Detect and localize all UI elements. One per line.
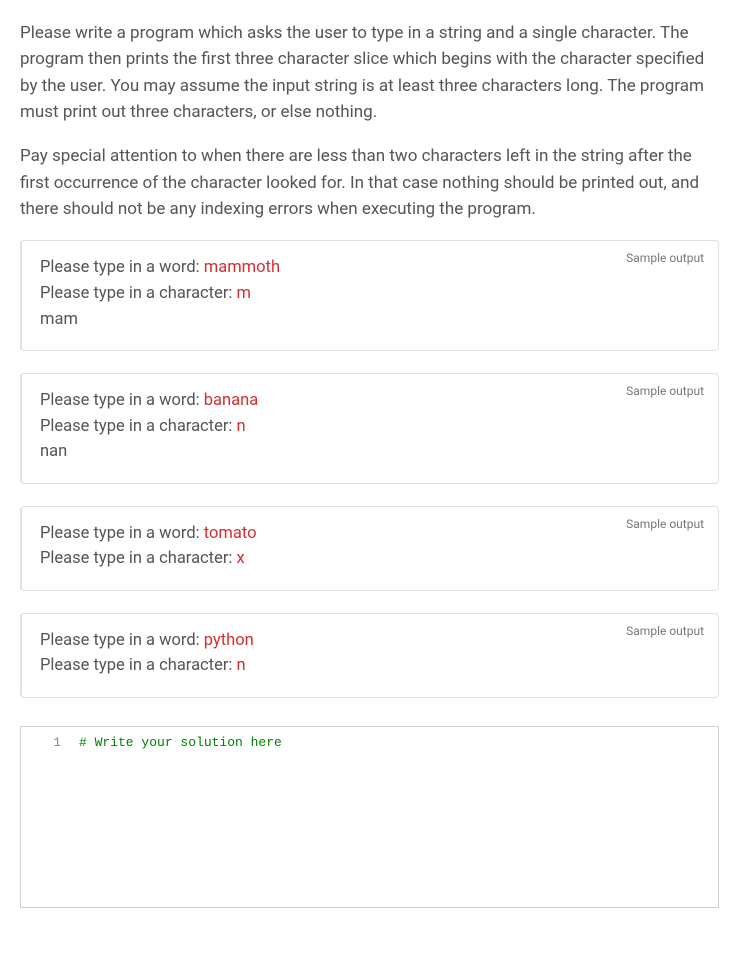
prompt-word: Please type in a word: [40,631,204,650]
prompt-word: Please type in a word: [40,524,204,543]
sample-output-label: Sample output [626,517,704,531]
sample-line: Please type in a character: n [40,414,700,440]
user-input-char: n [237,656,246,675]
sample-output-box: Sample output Please type in a word: tom… [20,506,719,591]
user-input-word: tomato [204,524,257,543]
sample-output-box: Sample output Please type in a word: pyt… [20,613,719,698]
sample-line: Please type in a character: x [40,546,700,572]
user-input-word: mammoth [204,258,280,277]
sample-line: Please type in a character: m [40,281,700,307]
prompt-char: Please type in a character: [40,656,237,675]
description-paragraph-2: Pay special attention to when there are … [20,143,719,222]
sample-output-value: nan [40,439,700,465]
user-input-word: python [204,631,254,650]
user-input-word: banana [204,391,258,410]
sample-line: Please type in a word: tomato [40,521,700,547]
prompt-word: Please type in a word: [40,258,204,277]
code-editor[interactable]: 1 # Write your solution here [20,726,719,908]
sample-line: Please type in a word: python [40,628,700,654]
prompt-word: Please type in a word: [40,391,204,410]
editor-code-area[interactable]: # Write your solution here [69,727,718,907]
sample-output-label: Sample output [626,251,704,265]
prompt-char: Please type in a character: [40,417,237,436]
line-number: 1 [21,735,61,750]
sample-output-value: mam [40,307,700,333]
prompt-char: Please type in a character: [40,549,237,568]
editor-gutter: 1 [21,727,69,907]
sample-output-box: Sample output Please type in a word: mam… [20,240,719,351]
sample-line: Please type in a character: n [40,653,700,679]
prompt-char: Please type in a character: [40,284,237,303]
sample-output-label: Sample output [626,624,704,638]
code-comment: # Write your solution here [79,735,282,750]
user-input-char: n [237,417,246,436]
user-input-char: m [237,284,251,303]
sample-output-box: Sample output Please type in a word: ban… [20,373,719,484]
description-paragraph-1: Please write a program which asks the us… [20,20,719,125]
sample-output-label: Sample output [626,384,704,398]
sample-line: Please type in a word: mammoth [40,255,700,281]
sample-line: Please type in a word: banana [40,388,700,414]
user-input-char: x [237,549,245,568]
